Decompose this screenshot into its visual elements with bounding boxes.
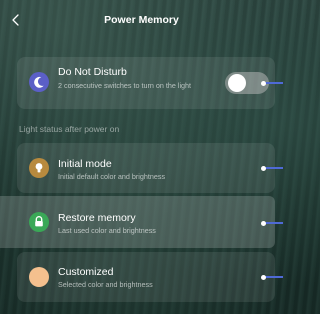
dnd-title: Do Not Disturb: [58, 66, 127, 78]
restore-accent-line: [263, 222, 283, 224]
dnd-accent-dot: [261, 80, 266, 86]
moon-icon: [29, 72, 49, 92]
mode-option-initial[interactable]: Initial mode Initial default color and b…: [17, 143, 275, 193]
do-not-disturb-card: Do Not Disturb 2 consecutive switches to…: [17, 57, 275, 109]
header-bar: Power Memory: [0, 0, 283, 40]
section-label: Light status after power on: [19, 124, 120, 134]
mode-description: Initial default color and brightness: [58, 172, 166, 181]
lock-icon: [29, 212, 49, 232]
mode-title: Customized: [58, 266, 114, 278]
customized-accent-line: [263, 276, 283, 278]
initial-accent-dot: [261, 165, 266, 171]
dnd-description: 2 consecutive switches to turn on the li…: [58, 81, 192, 90]
initial-accent-line: [263, 167, 283, 169]
page-title: Power Memory: [104, 14, 179, 26]
mode-option-restore[interactable]: Restore memory Last used color and brigh…: [0, 196, 275, 248]
mode-title: Restore memory: [58, 212, 136, 224]
mode-description: Last used color and brightness: [58, 226, 156, 235]
lightbulb-icon: [29, 158, 49, 178]
dnd-accent-line: [263, 82, 283, 84]
restore-accent-dot: [261, 220, 266, 226]
mode-title: Initial mode: [58, 158, 112, 170]
mode-option-customized[interactable]: Customized Selected color and brightness: [17, 252, 275, 302]
color-swatch-icon: [29, 267, 49, 287]
customized-accent-dot: [261, 274, 266, 280]
toggle-knob: [228, 74, 246, 92]
mode-description: Selected color and brightness: [58, 280, 153, 289]
